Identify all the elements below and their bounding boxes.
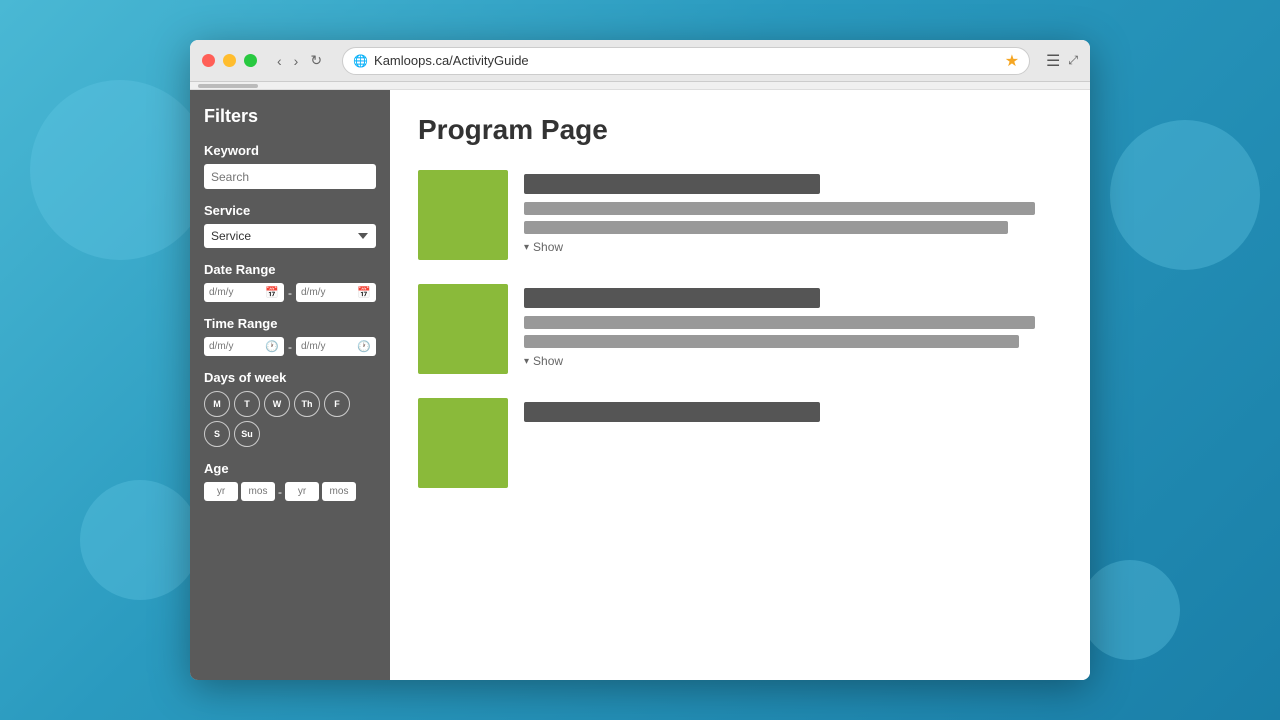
chevron-down-icon: ▾ [524, 242, 529, 253]
content-area: Filters Keyword 🔍 Service Service Recrea… [190, 90, 1090, 680]
time-range-label: Time Range [204, 316, 376, 331]
time-end-wrap: 🕐 [296, 337, 376, 356]
search-button[interactable]: 🔍 [373, 164, 376, 189]
date-range-dash: - [288, 286, 292, 300]
service-label: Service [204, 203, 376, 218]
filters-title: Filters [204, 106, 376, 127]
date-range-filter: Date Range 📅 - 📅 [204, 262, 376, 302]
date-start-input[interactable] [209, 287, 262, 298]
day-monday[interactable]: M [204, 391, 230, 417]
menu-icon[interactable]: ☰ [1046, 51, 1060, 71]
days-of-week-filter: Days of week M T W Th F S Su [204, 370, 376, 447]
bookmark-icon[interactable]: ★ [1005, 51, 1019, 71]
keyword-filter: Keyword 🔍 [204, 143, 376, 189]
program-card [418, 398, 1062, 488]
date-range-row: 📅 - 📅 [204, 283, 376, 302]
back-button[interactable]: ‹ [273, 50, 286, 71]
show-label: Show [533, 354, 563, 368]
title-bar: ‹ › ↻ 🌐 Kamloops.ca/ActivityGuide ★ ☰ ⤢ [190, 40, 1090, 82]
show-button-1[interactable]: ▾ Show [524, 240, 563, 254]
search-input-wrap: 🔍 [204, 164, 376, 189]
card-line-2 [524, 335, 1019, 348]
card-details: ▾ Show [524, 170, 1062, 254]
time-start-input[interactable] [209, 341, 262, 352]
refresh-button[interactable]: ↻ [306, 50, 326, 71]
day-thursday[interactable]: Th [294, 391, 320, 417]
clock-start-icon: 🕐 [265, 340, 279, 353]
age-start-mos[interactable] [241, 482, 275, 501]
days-label: Days of week [204, 370, 376, 385]
time-range-filter: Time Range 🕐 - 🕐 [204, 316, 376, 356]
day-saturday[interactable]: S [204, 421, 230, 447]
card-title [524, 288, 820, 308]
browser-window: ‹ › ↻ 🌐 Kamloops.ca/ActivityGuide ★ ☰ ⤢ … [190, 40, 1090, 680]
day-sunday[interactable]: Su [234, 421, 260, 447]
program-card: ▾ Show [418, 284, 1062, 374]
close-button[interactable] [202, 54, 215, 67]
forward-button[interactable]: › [290, 50, 303, 71]
age-label: Age [204, 461, 376, 476]
nav-buttons: ‹ › ↻ [273, 50, 326, 71]
service-dropdown[interactable]: Service Recreation Culture Health [204, 224, 376, 248]
age-row: - [204, 482, 376, 501]
time-start-wrap: 🕐 [204, 337, 284, 356]
day-wednesday[interactable]: W [264, 391, 290, 417]
card-title [524, 174, 820, 194]
time-range-dash: - [288, 340, 292, 354]
scroll-thumb [198, 84, 258, 88]
date-range-label: Date Range [204, 262, 376, 277]
scroll-bar[interactable] [190, 82, 1090, 90]
card-title [524, 402, 820, 422]
card-line-1 [524, 316, 1035, 329]
service-filter: Service Service Recreation Culture Healt… [204, 203, 376, 248]
maximize-button[interactable] [244, 54, 257, 67]
card-image [418, 398, 508, 488]
chevron-down-icon: ▾ [524, 356, 529, 367]
sidebar: Filters Keyword 🔍 Service Service Recrea… [190, 90, 390, 680]
page-title: Program Page [418, 114, 1062, 146]
date-end-input[interactable] [301, 287, 354, 298]
show-label: Show [533, 240, 563, 254]
card-image [418, 170, 508, 260]
age-end-yr[interactable] [285, 482, 319, 501]
age-end-mos[interactable] [322, 482, 356, 501]
expand-icon[interactable]: ⤢ [1068, 53, 1078, 68]
card-image [418, 284, 508, 374]
show-button-2[interactable]: ▾ Show [524, 354, 563, 368]
age-dash: - [278, 485, 282, 499]
age-start-yr[interactable] [204, 482, 238, 501]
search-input[interactable] [204, 165, 373, 189]
days-of-week-row: M T W Th F S Su [204, 391, 376, 447]
date-end-wrap: 📅 [296, 283, 376, 302]
card-details: ▾ Show [524, 284, 1062, 368]
calendar-end-icon: 📅 [357, 286, 371, 299]
address-bar[interactable]: 🌐 Kamloops.ca/ActivityGuide ★ [342, 47, 1030, 75]
day-friday[interactable]: F [324, 391, 350, 417]
keyword-label: Keyword [204, 143, 376, 158]
minimize-button[interactable] [223, 54, 236, 67]
date-start-wrap: 📅 [204, 283, 284, 302]
card-line-2 [524, 221, 1008, 234]
time-end-input[interactable] [301, 341, 354, 352]
url-text: Kamloops.ca/ActivityGuide [374, 53, 999, 68]
card-details [524, 398, 1062, 430]
calendar-start-icon: 📅 [265, 286, 279, 299]
main-content: Program Page ▾ Show [390, 90, 1090, 680]
day-tuesday[interactable]: T [234, 391, 260, 417]
time-range-row: 🕐 - 🕐 [204, 337, 376, 356]
globe-icon: 🌐 [353, 54, 368, 68]
age-filter: Age - [204, 461, 376, 501]
card-line-1 [524, 202, 1035, 215]
clock-end-icon: 🕐 [357, 340, 371, 353]
program-card: ▾ Show [418, 170, 1062, 260]
